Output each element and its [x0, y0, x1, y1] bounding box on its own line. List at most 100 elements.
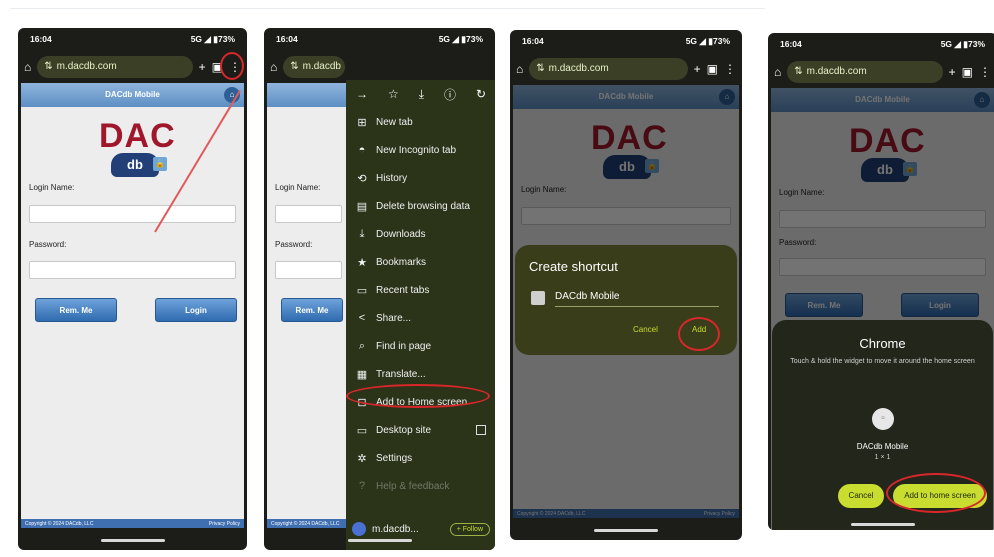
- menu-item-incognito[interactable]: ◓ New Incognito tab: [346, 136, 495, 164]
- login-button[interactable]: Login: [155, 298, 237, 322]
- forward-icon[interactable]: →: [356, 87, 368, 101]
- url-text: m.dacdb.com: [548, 63, 609, 74]
- home-icon[interactable]: ⌂: [24, 61, 31, 73]
- home-icon[interactable]: ⌂: [516, 63, 523, 75]
- menu-item-label: Recent tabs: [376, 284, 430, 296]
- url-bar: ⌂ ⇅ m.dacdb.com + ▣ ⋮: [768, 55, 994, 88]
- password-input[interactable]: [275, 261, 342, 279]
- shortcut-app-icon: [531, 291, 545, 305]
- info-icon[interactable]: ⓘ: [444, 86, 456, 103]
- url-text: m.dacdb: [302, 61, 341, 72]
- site-info-icon[interactable]: ⇅: [44, 61, 52, 72]
- divider: [10, 8, 765, 9]
- password-input[interactable]: [29, 261, 236, 279]
- site-info-icon[interactable]: ⇅: [794, 66, 802, 77]
- kebab-menu-icon[interactable]: ⋮: [979, 66, 991, 78]
- menu-item-label: New Incognito tab: [376, 144, 457, 156]
- highlight-circle: [220, 52, 244, 80]
- gesture-bar: [347, 539, 412, 542]
- privacy-link[interactable]: Privacy Policy: [209, 521, 240, 527]
- remember-me-button[interactable]: Rem. Me: [35, 298, 117, 322]
- status-time: 16:04: [522, 36, 544, 46]
- home-icon[interactable]: ⌂: [270, 61, 277, 73]
- status-bar: 16:04 5G ◢ ▮73%: [264, 28, 495, 50]
- highlight-circle: [678, 317, 720, 351]
- url-field[interactable]: ⇅ m.dacdb: [283, 55, 346, 78]
- menu-item-star[interactable]: ★ Bookmarks: [346, 248, 495, 276]
- login-name-input[interactable]: [275, 205, 342, 223]
- gesture-bar: [594, 529, 658, 532]
- menu-item-trash[interactable]: ▤ Delete browsing data: [346, 192, 495, 220]
- kebab-menu-icon[interactable]: ⋮: [724, 63, 736, 75]
- site-header-title: DACdb Mobile: [105, 90, 160, 99]
- url-field[interactable]: ⇅ m.dacdb.com: [529, 57, 688, 80]
- menu-item-label: Bookmarks: [376, 256, 427, 268]
- widget-preview-icon[interactable]: ▫: [872, 408, 894, 430]
- remember-me-button[interactable]: Rem. Me: [281, 298, 343, 322]
- web-page: DACdb Mobile ⌂ DAC db🔒 Login Name: Passw…: [21, 83, 244, 528]
- site-info-icon[interactable]: ⇅: [536, 63, 544, 74]
- settings-icon: ✲: [357, 452, 367, 465]
- history-icon: ⟲: [357, 172, 367, 185]
- menu-item-settings[interactable]: ✲ Settings: [346, 444, 495, 472]
- url-field[interactable]: ⇅ m.dacdb.com: [37, 55, 193, 78]
- refresh-icon[interactable]: ↻: [476, 87, 486, 101]
- url-bar: ⌂ ⇅ m.dacdb: [264, 50, 495, 83]
- status-bar: 16:04 5G ◢ ▮73%: [510, 30, 742, 52]
- follow-button[interactable]: + Follow: [449, 522, 490, 536]
- status-bar: 16:04 5G ◢ ▮73%: [18, 28, 247, 50]
- dialog-cancel-button[interactable]: Cancel: [633, 325, 658, 334]
- menu-item-desktop[interactable]: ▭ Desktop site: [346, 416, 495, 444]
- menu-item-label: Help & feedback: [376, 480, 450, 492]
- menu-item-label: Desktop site: [376, 424, 432, 436]
- home-icon[interactable]: ⌂: [774, 66, 781, 78]
- menu-site-row: m.dacdb... + Follow: [352, 518, 490, 540]
- tabs-icon[interactable]: ▣: [707, 63, 718, 75]
- copyright-text: Copyright © 2024 DACdb, LLC: [271, 520, 340, 527]
- dialog-title: Create shortcut: [529, 259, 618, 274]
- status-right: 5G ◢ ▮73%: [940, 38, 985, 49]
- login-name-label: Login Name:: [275, 183, 321, 192]
- menu-item-history[interactable]: ⟲ History: [346, 164, 495, 192]
- menu-item-label: Find in page: [376, 340, 432, 352]
- menu-item-new-tab[interactable]: ⊞ New tab: [346, 108, 495, 136]
- menu-item-share[interactable]: < Share...: [346, 304, 495, 332]
- url-text: m.dacdb.com: [806, 66, 867, 77]
- dacdb-logo: DAC db🔒: [99, 119, 175, 179]
- highlight-ellipse: [886, 473, 986, 513]
- desktop-site-checkbox[interactable]: [476, 425, 486, 435]
- site-info-icon[interactable]: ⇅: [290, 61, 298, 72]
- download-icon[interactable]: ⤓: [419, 87, 424, 102]
- widget-name: DACdb Mobile: [856, 442, 909, 451]
- star-icon[interactable]: ☆: [388, 87, 399, 101]
- menu-item-label: Downloads: [376, 228, 426, 240]
- password-label: Password:: [275, 240, 313, 249]
- translate-icon: ▦: [356, 368, 368, 381]
- menu-toolbar: → ☆ ⤓ ⓘ ↻: [346, 80, 495, 108]
- sheet-cancel-button[interactable]: Cancel: [838, 484, 884, 508]
- new-tab-icon[interactable]: +: [694, 63, 701, 75]
- login-name-input[interactable]: [29, 205, 236, 223]
- phone-step-1: 16:04 5G ◢ ▮73% ⌂ ⇅ m.dacdb.com + ▣ ⋮ DA…: [18, 28, 247, 550]
- new-tab-icon[interactable]: +: [199, 61, 206, 73]
- sheet-title: Chrome: [859, 336, 906, 351]
- tabs-icon[interactable]: ▣: [962, 66, 973, 78]
- url-bar: ⌂ ⇅ m.dacdb.com + ▣ ⋮: [510, 52, 742, 85]
- phone-step-4: 16:04 5G ◢ ▮73% ⌂ ⇅ m.dacdb.com + ▣ ⋮ DA…: [768, 33, 994, 530]
- password-label: Password:: [29, 240, 67, 249]
- menu-item-recent-tabs[interactable]: ▭ Recent tabs: [346, 276, 495, 304]
- new-tab-icon[interactable]: +: [949, 66, 956, 78]
- chrome-overflow-menu: → ☆ ⤓ ⓘ ↻ ⊞ New tab ◓ New Incognito tab ⟲ His…: [346, 80, 495, 550]
- sheet-hint: Touch & hold the widget to move it aroun…: [790, 358, 975, 365]
- tutorial-collage: 16:04 5G ◢ ▮73% ⌂ ⇅ m.dacdb.com + ▣ ⋮ DA…: [0, 0, 994, 557]
- menu-item-download[interactable]: ⤓ Downloads: [346, 220, 495, 248]
- shortcut-name-input[interactable]: DACdb Mobile: [555, 291, 719, 307]
- menu-item-help[interactable]: ? Help & feedback: [346, 472, 495, 500]
- highlight-ellipse: [346, 384, 490, 408]
- menu-site-label: m.dacdb...: [372, 523, 419, 535]
- site-header: DACdb Mobile ⌂: [21, 83, 244, 107]
- new-tab-icon: ⊞: [357, 116, 367, 129]
- find-icon: ⌕: [358, 339, 366, 352]
- url-field[interactable]: ⇅ m.dacdb.com: [787, 60, 943, 83]
- menu-item-find[interactable]: ⌕ Find in page: [346, 332, 495, 360]
